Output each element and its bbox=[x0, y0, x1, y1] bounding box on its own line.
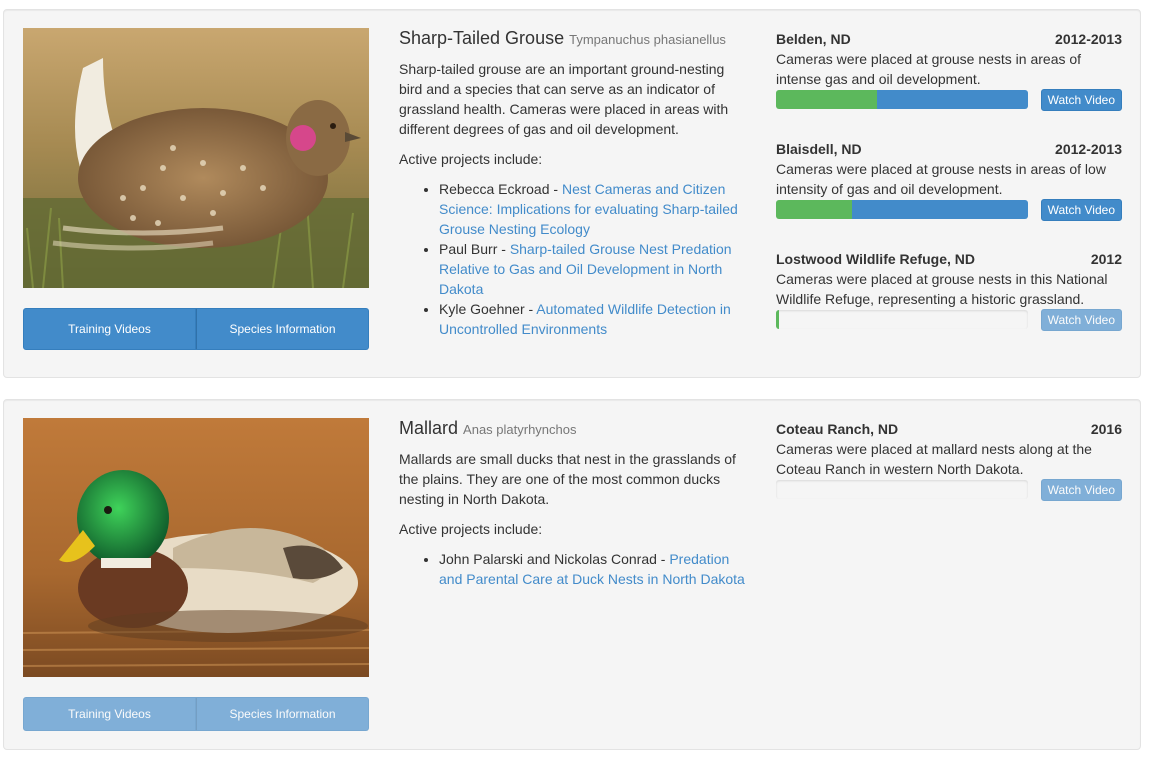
species-panel-grouse: Training Videos Species Information Shar… bbox=[3, 9, 1141, 378]
site-blaisdell: Blaisdell, ND 2012-2013 Cameras were plac… bbox=[776, 139, 1122, 249]
site-progress-bar bbox=[776, 200, 1028, 219]
training-videos-button[interactable]: Training Videos bbox=[23, 697, 196, 731]
project-item: Paul Burr - Sharp-tailed Grouse Nest Pre… bbox=[439, 239, 749, 299]
site-years: 2012-2013 bbox=[1055, 31, 1122, 47]
site-description: Cameras were placed at grouse nests in a… bbox=[776, 161, 1106, 197]
sharp-tailed-grouse-photo bbox=[23, 28, 369, 288]
progress-primary-segment bbox=[876, 90, 1028, 109]
progress-success-segment bbox=[776, 90, 877, 109]
site-name: Belden, ND bbox=[776, 31, 851, 47]
species-title: Mallard Anas platyrhynchos bbox=[399, 417, 749, 441]
project-author: Kyle Goehner - bbox=[439, 301, 537, 317]
site-progress-bar bbox=[776, 90, 1028, 109]
watch-video-button[interactable]: Watch Video bbox=[1040, 199, 1122, 221]
site-description: Cameras were placed at grouse nests in a… bbox=[776, 51, 1082, 87]
site-years: 2012 bbox=[1090, 251, 1122, 267]
mallard-photo bbox=[23, 418, 369, 677]
projects-label: Active projects include: bbox=[399, 151, 543, 167]
species-information-button[interactable]: Species Information bbox=[196, 697, 369, 731]
common-name: Sharp-Tailed Grouse bbox=[399, 28, 565, 48]
site-lostwood: Lostwood Wildlife Refuge, ND 2012 Cameras… bbox=[776, 249, 1122, 359]
species-description: Mallard Anas platyrhynchos Mallards are … bbox=[399, 417, 749, 589]
project-item: John Palarski and Nickolas Conrad - Pred… bbox=[439, 549, 749, 589]
site-progress-bar bbox=[776, 310, 1028, 329]
site-name: Coteau Ranch, ND bbox=[776, 421, 899, 437]
description-text: Mallards are small ducks that nest in th… bbox=[399, 451, 736, 507]
site-belden: Belden, ND 2012-2013 Cameras were placed … bbox=[776, 29, 1122, 139]
site-years: 2016 bbox=[1090, 421, 1122, 437]
common-name: Mallard bbox=[399, 418, 459, 438]
project-author: Paul Burr - bbox=[439, 241, 510, 257]
species-buttons: Training Videos Species Information bbox=[23, 308, 369, 350]
site-name: Lostwood Wildlife Refuge, ND bbox=[776, 251, 975, 267]
species-title: Sharp-Tailed Grouse Tympanuchus phasiane… bbox=[399, 27, 749, 51]
projects-label: Active projects include: bbox=[399, 521, 543, 537]
scientific-name: Tympanuchus phasianellus bbox=[569, 32, 726, 47]
projects-list: Rebecca Eckroad - Nest Cameras and Citiz… bbox=[399, 179, 749, 339]
watch-video-button[interactable]: Watch Video bbox=[1040, 89, 1122, 111]
sites-list: Belden, ND 2012-2013 Cameras were placed … bbox=[776, 29, 1122, 359]
site-name: Blaisdell, ND bbox=[776, 141, 862, 157]
project-author: Rebecca Eckroad - bbox=[439, 181, 562, 197]
site-description: Cameras were placed at grouse nests in t… bbox=[776, 271, 1108, 307]
site-progress-bar bbox=[776, 480, 1028, 499]
species-description: Sharp-Tailed Grouse Tympanuchus phasiane… bbox=[399, 27, 749, 339]
projects-list: John Palarski and Nickolas Conrad - Pred… bbox=[399, 549, 749, 589]
progress-primary-segment bbox=[851, 200, 1028, 219]
project-author: John Palarski and Nickolas Conrad - bbox=[439, 551, 670, 567]
sites-list: Coteau Ranch, ND 2016 Cameras were placed… bbox=[776, 419, 1122, 529]
species-information-button[interactable]: Species Information bbox=[196, 308, 369, 350]
training-videos-button[interactable]: Training Videos bbox=[23, 308, 196, 350]
project-item: Kyle Goehner - Automated Wildlife Detect… bbox=[439, 299, 749, 339]
species-panel-mallard: Training Videos Species Information Mall… bbox=[3, 399, 1141, 750]
site-years: 2012-2013 bbox=[1055, 141, 1122, 157]
site-description: Cameras were placed at mallard nests alo… bbox=[776, 441, 1092, 477]
progress-success-segment bbox=[776, 200, 852, 219]
species-buttons: Training Videos Species Information bbox=[23, 697, 369, 731]
watch-video-button[interactable]: Watch Video bbox=[1040, 309, 1122, 331]
scientific-name: Anas platyrhynchos bbox=[463, 422, 577, 437]
description-text: Sharp-tailed grouse are an important gro… bbox=[399, 61, 729, 137]
site-coteau: Coteau Ranch, ND 2016 Cameras were placed… bbox=[776, 419, 1122, 529]
watch-video-button[interactable]: Watch Video bbox=[1040, 479, 1122, 501]
project-item: Rebecca Eckroad - Nest Cameras and Citiz… bbox=[439, 179, 749, 239]
progress-success-segment bbox=[776, 310, 779, 329]
